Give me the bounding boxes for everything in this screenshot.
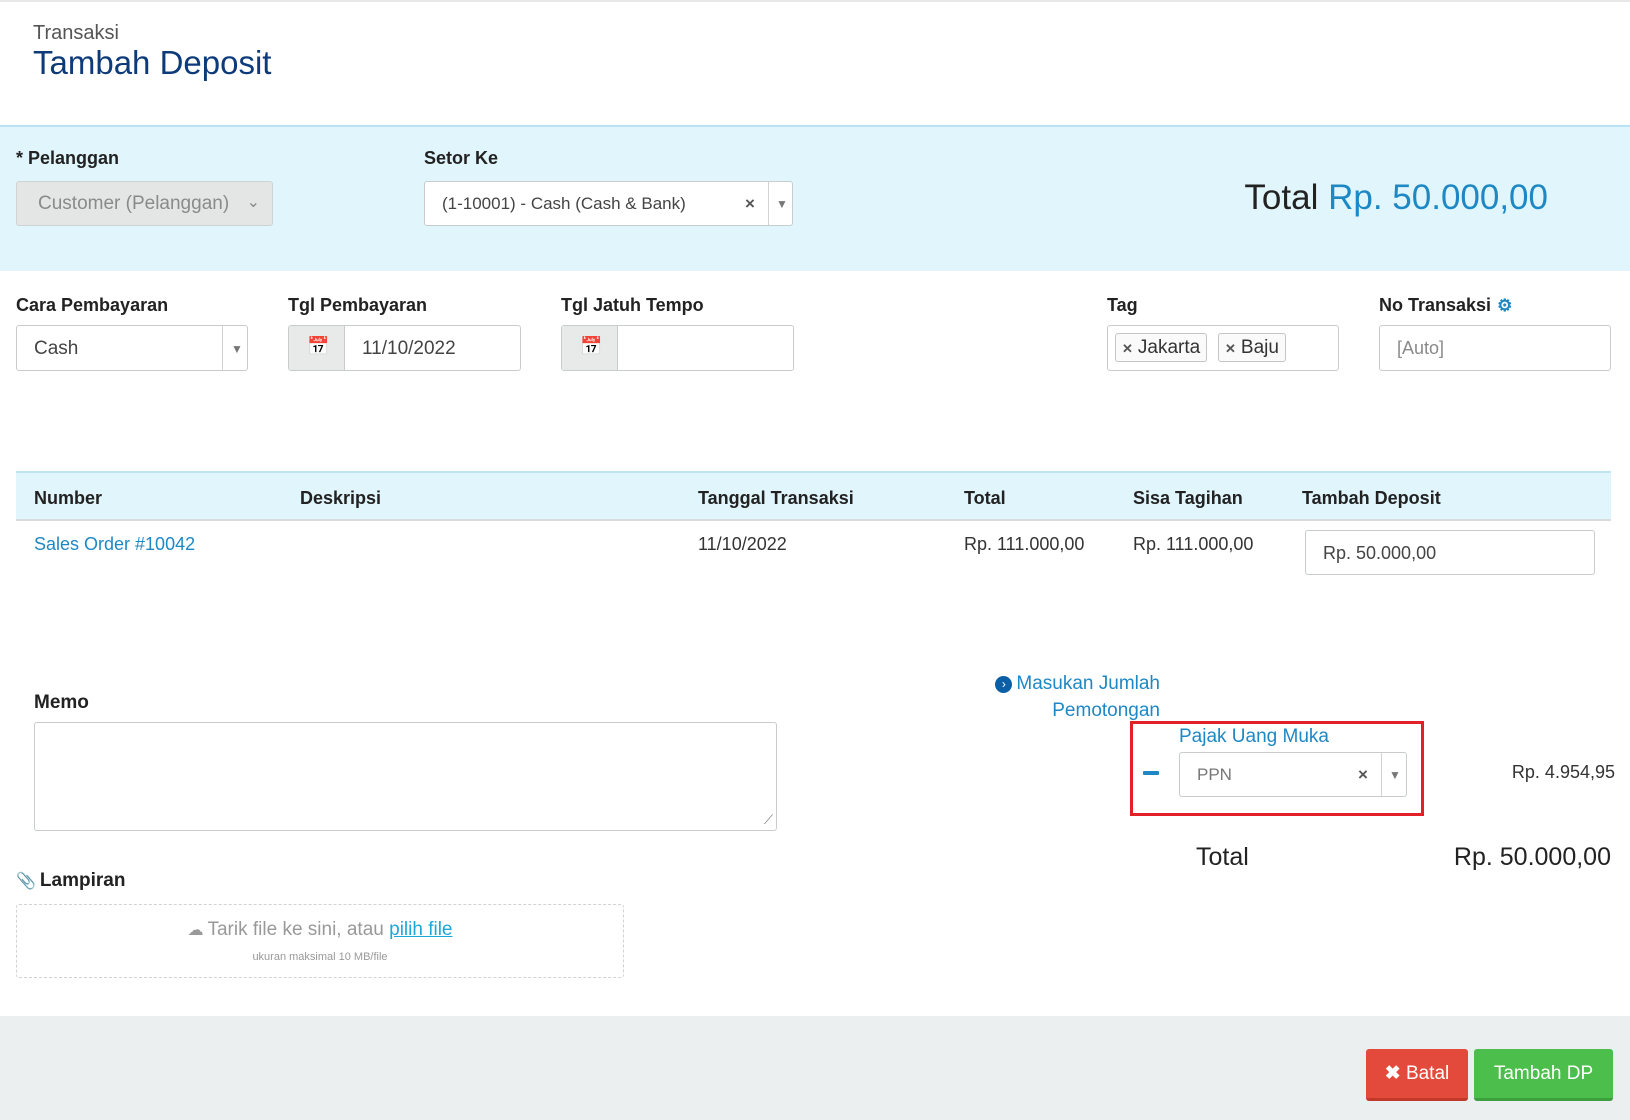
calendar-icon: 📅 (580, 336, 603, 356)
chevron-circle-right-icon: › (995, 676, 1013, 693)
tax-value: PPN (1197, 765, 1232, 784)
payment-method-select[interactable]: Cash ▼ (16, 325, 248, 371)
col-remaining: Sisa Tagihan (1133, 488, 1243, 508)
add-dp-button[interactable]: Tambah DP (1474, 1049, 1613, 1101)
payment-date-value: 11/10/2022 (362, 338, 456, 359)
add-deduction-link-line2: Pemotongan (1052, 700, 1160, 721)
grand-total-label: Total (1244, 178, 1319, 217)
calendar-addon[interactable]: 📅 (289, 326, 345, 370)
select-separator (1381, 753, 1382, 796)
grand-total-value: Rp. 50.000,00 (1328, 178, 1548, 217)
due-date-label: Tgl Jatuh Tempo (561, 295, 704, 315)
row-total: Rp. 111.000,00 (964, 534, 1085, 554)
caret-down-icon[interactable]: ▼ (231, 342, 243, 356)
row-date: 11/10/2022 (698, 534, 787, 554)
dropzone-text: ☁ Tarik file ke sini, atau pilih file (17, 919, 623, 941)
chevron-down-icon: ⌄ (246, 194, 260, 211)
cancel-button-label: Batal (1405, 1063, 1450, 1084)
clear-icon[interactable]: × (1358, 765, 1368, 785)
memo-label: Memo (34, 692, 89, 713)
gear-icon[interactable]: ⚙ (1497, 296, 1512, 315)
pick-file-link[interactable]: pilih file (389, 919, 452, 940)
calendar-addon[interactable]: 📅 (562, 326, 618, 370)
select-separator (768, 182, 769, 225)
deposit-to-select[interactable]: (1-10001) - Cash (Cash & Bank) × ▼ (424, 181, 793, 226)
caret-down-icon[interactable]: ▼ (776, 197, 788, 211)
summary-total-label: Total (1196, 843, 1249, 871)
tax-select[interactable]: PPN × ▼ (1179, 752, 1407, 797)
memo-textarea[interactable]: ⟋ (34, 722, 777, 831)
table-header: Number Deskripsi Tanggal Transaksi Total… (16, 471, 1611, 521)
due-date-input[interactable]: 📅 (561, 325, 794, 371)
cloud-upload-icon: ☁ (187, 922, 204, 939)
remove-tag-icon[interactable]: ✕ (1225, 341, 1236, 356)
top-form-band: * Pelanggan Customer (Pelanggan) ⌄ Setor… (0, 125, 1630, 271)
add-deduction-link[interactable]: › Masukan Jumlah Pemotongan (990, 670, 1160, 724)
summary-total-value: Rp. 50.000,00 (1453, 843, 1611, 871)
page-header: Transaksi Tambah Deposit (0, 0, 1630, 125)
tag-chip[interactable]: ✕ Baju (1218, 333, 1286, 362)
deposit-to-label: Setor Ke (424, 148, 499, 168)
calendar-icon: 📅 (307, 336, 330, 356)
tag-label: Tag (1107, 295, 1138, 315)
col-number: Number (34, 488, 103, 508)
col-description: Deskripsi (300, 488, 382, 508)
resize-grip-icon[interactable]: ⟋ (764, 812, 773, 828)
close-icon: ✖ (1384, 1063, 1401, 1084)
tax-label: Pajak Uang Muka (1179, 726, 1329, 747)
tag-input[interactable]: ✕ Jakarta ✕ Baju (1107, 325, 1339, 371)
tag-label-text: Jakarta (1137, 337, 1201, 358)
tax-amount: Rp. 4.954,95 (1511, 762, 1615, 782)
paperclip-icon: 📎 (16, 873, 36, 890)
payment-date-label: Tgl Pembayaran (288, 295, 428, 315)
col-deposit: Tambah Deposit (1302, 488, 1441, 508)
caret-down-icon[interactable]: ▼ (1389, 768, 1401, 782)
tag-label-text: Baju (1240, 337, 1279, 358)
cancel-button[interactable]: ✖ Batal (1366, 1049, 1468, 1101)
attachment-label: 📎 Lampiran (16, 870, 125, 892)
add-deduction-link-line1: Masukan Jumlah (1016, 673, 1160, 694)
payment-method-label: Cara Pembayaran (16, 295, 169, 315)
select-separator (222, 326, 223, 370)
size-note: ukuran maksimal 10 MB/file (252, 951, 388, 963)
remove-deduction-icon[interactable] (1143, 771, 1159, 775)
row-remaining: Rp. 111.000,00 (1133, 534, 1254, 554)
payment-date-input[interactable]: 📅 11/10/2022 (288, 325, 521, 371)
trx-no-label: No Transaksi ⚙ (1379, 295, 1512, 316)
tag-chip[interactable]: ✕ Jakarta (1115, 333, 1208, 362)
deposit-to-value: (1-10001) - Cash (Cash & Bank) (442, 194, 686, 213)
dropzone-prompt: Tarik file ke sini, atau (207, 919, 384, 940)
trx-no-input[interactable]: [Auto] (1379, 325, 1611, 371)
page-title: Tambah Deposit (33, 44, 272, 81)
col-total: Total (964, 488, 1006, 508)
customer-label: * Pelanggan (16, 148, 120, 168)
file-dropzone[interactable]: ☁ Tarik file ke sini, atau pilih file uku… (16, 904, 624, 978)
trx-no-placeholder: [Auto] (1397, 338, 1445, 358)
payment-method-value: Cash (34, 338, 79, 359)
clear-icon[interactable]: × (745, 194, 755, 214)
sales-order-link[interactable]: Sales Order #10042 (34, 534, 195, 555)
customer-select-value: Customer (Pelanggan) (38, 193, 230, 214)
col-date: Tanggal Transaksi (698, 488, 854, 508)
deposit-amount-input[interactable]: Rp. 50.000,00 (1305, 530, 1595, 575)
remove-tag-icon[interactable]: ✕ (1122, 341, 1133, 356)
breadcrumb: Transaksi (33, 22, 119, 44)
trx-no-label-text: No Transaksi (1379, 295, 1492, 315)
customer-select[interactable]: Customer (Pelanggan) ⌄ (16, 181, 273, 226)
attachment-label-text: Lampiran (39, 870, 126, 891)
grand-total: Total Rp. 50.000,00 (1244, 178, 1548, 218)
